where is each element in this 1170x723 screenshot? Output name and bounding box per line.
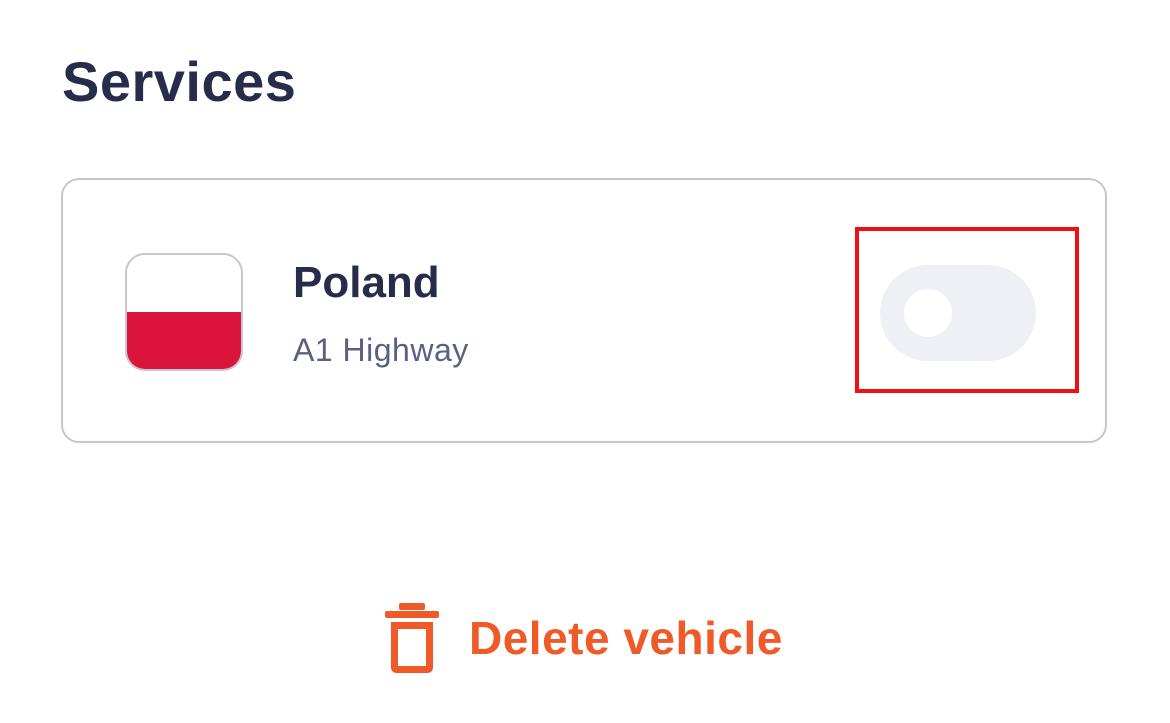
trash-icon (385, 603, 439, 673)
poland-flag-icon (125, 253, 243, 371)
delete-vehicle-button[interactable]: Delete vehicle (385, 602, 783, 674)
flag-red-stripe (127, 312, 241, 369)
toggle-knob (904, 289, 952, 337)
service-toggle[interactable] (880, 265, 1036, 361)
service-card: Poland A1 Highway (61, 178, 1107, 443)
service-subtitle: A1 Highway (293, 332, 469, 368)
delete-vehicle-label: Delete vehicle (469, 612, 783, 664)
service-name: Poland (293, 258, 440, 307)
section-title: Services (62, 50, 297, 113)
flag-white-stripe (127, 255, 241, 312)
